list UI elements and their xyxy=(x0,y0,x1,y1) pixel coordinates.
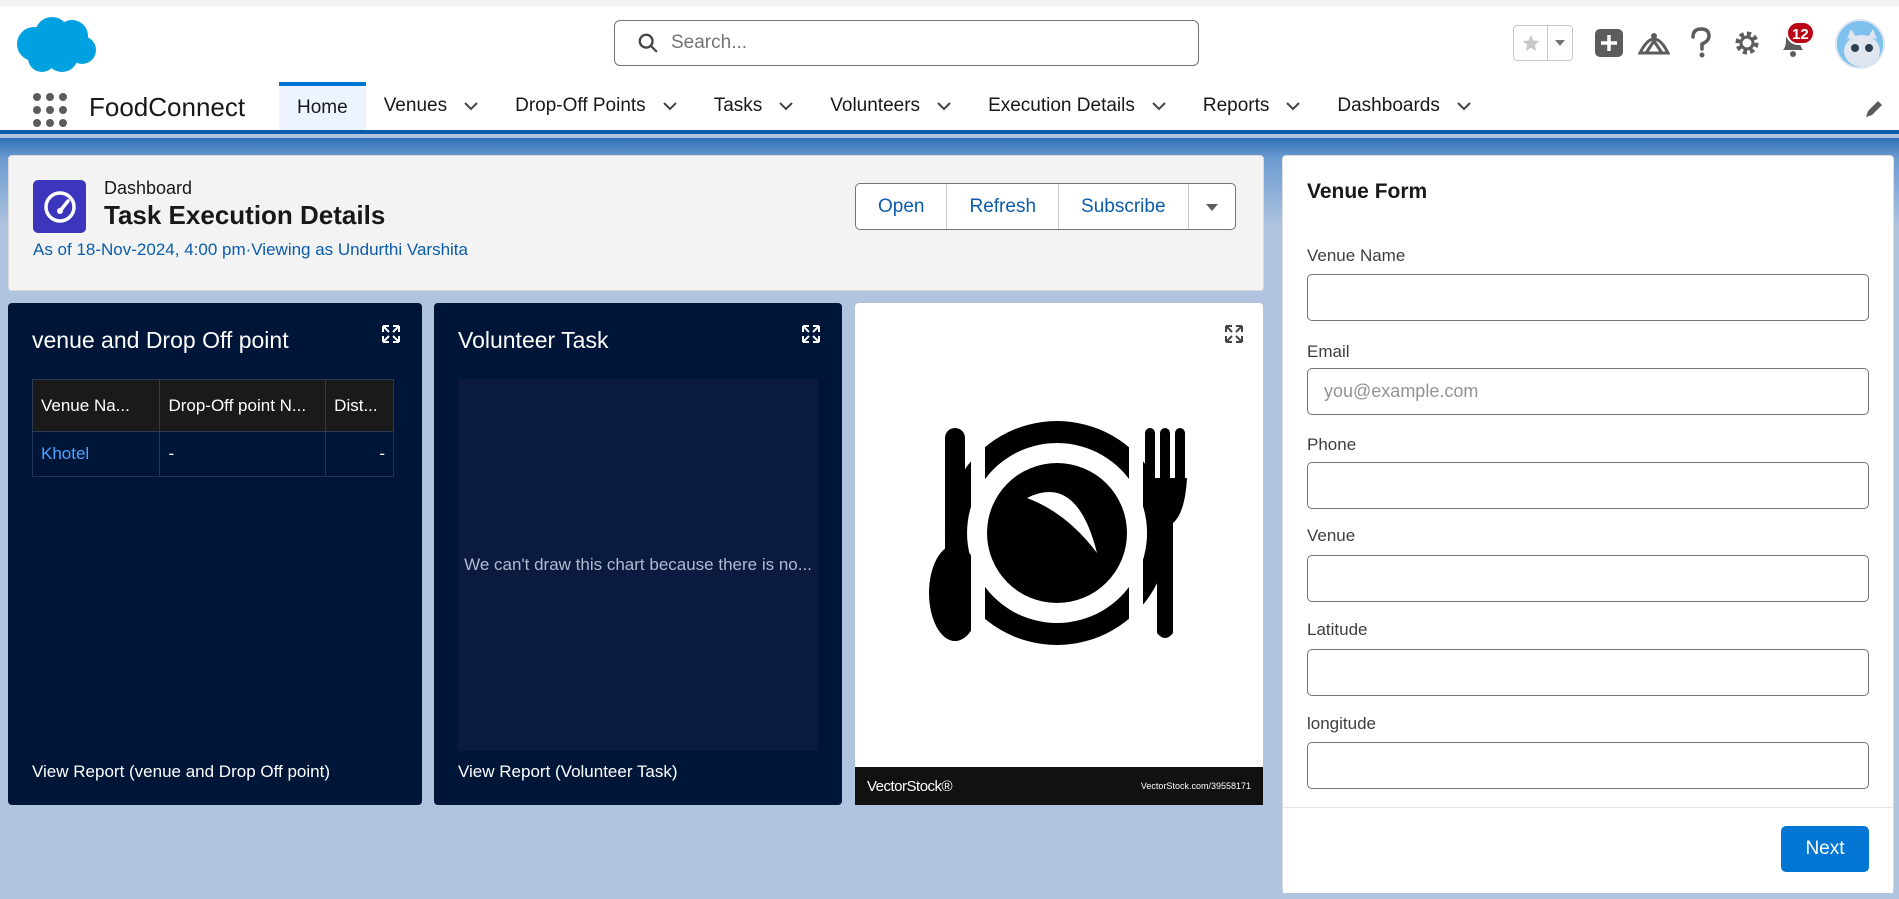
dashboard-eyebrow: Dashboard xyxy=(104,178,193,198)
nav-tab-volunteers[interactable]: Volunteers xyxy=(812,82,970,130)
vectorstock-image-id: VectorStock.com/39558171 xyxy=(1140,781,1251,791)
open-button[interactable]: Open xyxy=(856,184,948,229)
chevron-down-icon[interactable] xyxy=(463,98,479,114)
chevron-down-icon[interactable] xyxy=(1456,98,1472,114)
volunteer-task-widget: Volunteer Task We can't draw this chart … xyxy=(434,303,842,805)
dashboard-gauge-icon xyxy=(33,180,86,233)
latitude-input[interactable] xyxy=(1307,649,1869,696)
dashboard-as-of-text: As of 18-Nov-2024, 4:00 pm·Viewing as Un… xyxy=(33,240,468,259)
app-navigation-bar: FoodConnect Home Venues Drop-Off Points … xyxy=(0,82,1899,134)
global-header: 12 xyxy=(0,0,1899,82)
nav-tab-venues[interactable]: Venues xyxy=(366,82,497,130)
nav-tab-reports[interactable]: Reports xyxy=(1185,82,1320,130)
table-cell: - xyxy=(159,431,327,477)
column-header-drop-off-point-name[interactable]: Drop-Off point N... xyxy=(159,379,327,432)
phone-input[interactable] xyxy=(1307,462,1869,509)
venue-input[interactable] xyxy=(1307,555,1869,602)
nav-tab-label: Execution Details xyxy=(988,95,1135,116)
subscribe-button[interactable]: Subscribe xyxy=(1059,184,1189,229)
venue-link-cell[interactable]: Khotel xyxy=(31,431,161,477)
help-icon[interactable] xyxy=(1684,26,1718,60)
notifications-count-badge: 12 xyxy=(1786,21,1815,45)
nav-tab-label: Reports xyxy=(1202,95,1270,116)
column-header-distance[interactable]: Dist... xyxy=(325,379,394,432)
venue-form-footer: Next xyxy=(1283,807,1893,893)
nav-tab-label: Drop-Off Points xyxy=(515,95,646,116)
longitude-label: longitude xyxy=(1307,714,1377,733)
column-header-venue-name[interactable]: Venue Na... xyxy=(31,379,161,432)
chevron-down-icon[interactable] xyxy=(936,98,952,114)
nav-tab-label: Venues xyxy=(383,95,448,116)
user-avatar[interactable] xyxy=(1835,19,1885,69)
nav-tab-execution-details[interactable]: Execution Details xyxy=(970,82,1185,130)
phone-label: Phone xyxy=(1307,435,1357,454)
dashboard-header: Dashboard Task Execution Details As of 1… xyxy=(8,155,1264,291)
favorites-star-icon[interactable] xyxy=(1514,26,1548,60)
view-report-link[interactable]: View Report (Volunteer Task) xyxy=(458,762,678,782)
settings-gear-icon[interactable] xyxy=(1730,26,1764,60)
venue-dropoff-table: Venue Na... Drop-Off point N... Dist... … xyxy=(31,379,394,477)
search-input[interactable] xyxy=(671,32,1171,54)
chevron-down-icon[interactable] xyxy=(778,98,794,114)
venue-label: Venue xyxy=(1307,526,1356,545)
app-launcher-icon[interactable] xyxy=(30,90,67,127)
nav-tab-tasks[interactable]: Tasks xyxy=(696,82,813,130)
vectorstock-logo: VectorStock® xyxy=(867,777,953,795)
empty-chart-area: We can't draw this chart because there i… xyxy=(458,379,818,751)
chevron-down-icon[interactable] xyxy=(1151,98,1167,114)
latitude-label: Latitude xyxy=(1307,620,1368,639)
email-input[interactable] xyxy=(1307,368,1869,415)
trailhead-icon[interactable] xyxy=(1637,26,1671,60)
nav-tab-label: Volunteers xyxy=(830,95,921,116)
favorites-group[interactable] xyxy=(1513,25,1573,61)
app-name: FoodConnect xyxy=(89,92,246,122)
dashboard-button-group: Open Refresh Subscribe xyxy=(855,183,1236,230)
nav-tabs: Home Venues Drop-Off Points Tasks Volunt… xyxy=(279,82,1490,130)
nav-tab-label: Home xyxy=(297,97,348,118)
empty-chart-message: We can't draw this chart because there i… xyxy=(464,555,812,574)
venue-form-panel: Venue Form Venue Name Email Phone Venue … xyxy=(1282,155,1894,893)
favorites-dropdown-icon[interactable] xyxy=(1548,26,1572,60)
search-icon xyxy=(638,33,658,53)
chevron-down-icon[interactable] xyxy=(1285,98,1301,114)
caret-down-icon xyxy=(1205,203,1218,211)
nav-tab-drop-off-points[interactable]: Drop-Off Points xyxy=(497,82,696,130)
venue-form-title: Venue Form xyxy=(1307,180,1428,203)
chevron-down-icon[interactable] xyxy=(662,98,678,114)
longitude-input[interactable] xyxy=(1307,742,1869,789)
nav-tab-label: Dashboards xyxy=(1337,95,1440,116)
global-actions-plus-icon[interactable] xyxy=(1592,26,1626,60)
vectorstock-watermark-bar: VectorStock® VectorStock.com/39558171 xyxy=(855,767,1263,805)
dashboard-title: Task Execution Details xyxy=(104,200,386,230)
table-cell: - xyxy=(325,431,394,477)
expand-icon[interactable] xyxy=(802,325,820,343)
view-report-link[interactable]: View Report (venue and Drop Off point) xyxy=(32,762,330,782)
venue-name-label: Venue Name xyxy=(1307,246,1406,265)
nav-tab-label: Tasks xyxy=(713,95,763,116)
next-button[interactable]: Next xyxy=(1781,826,1869,872)
venue-name-input[interactable] xyxy=(1307,274,1869,321)
plate-spoon-fork-image xyxy=(929,421,1187,653)
expand-icon[interactable] xyxy=(382,325,400,343)
widget-title: venue and Drop Off point xyxy=(32,327,289,353)
refresh-button[interactable]: Refresh xyxy=(947,184,1060,229)
global-search[interactable] xyxy=(614,20,1199,66)
venue-dropoff-widget: venue and Drop Off point Venue Na... Dro… xyxy=(8,303,422,805)
more-actions-button[interactable] xyxy=(1189,184,1235,229)
expand-icon[interactable] xyxy=(1225,325,1243,343)
edit-nav-pencil-icon[interactable] xyxy=(1863,98,1885,120)
email-label: Email xyxy=(1307,342,1350,361)
nav-tab-dashboards[interactable]: Dashboards xyxy=(1319,82,1489,130)
table-row: Khotel - - xyxy=(31,431,394,477)
salesforce-logo[interactable] xyxy=(12,14,98,76)
widget-title: Volunteer Task xyxy=(458,327,609,353)
nav-tab-home[interactable]: Home xyxy=(279,82,366,130)
image-widget: VectorStock® VectorStock.com/39558171 xyxy=(855,303,1263,805)
